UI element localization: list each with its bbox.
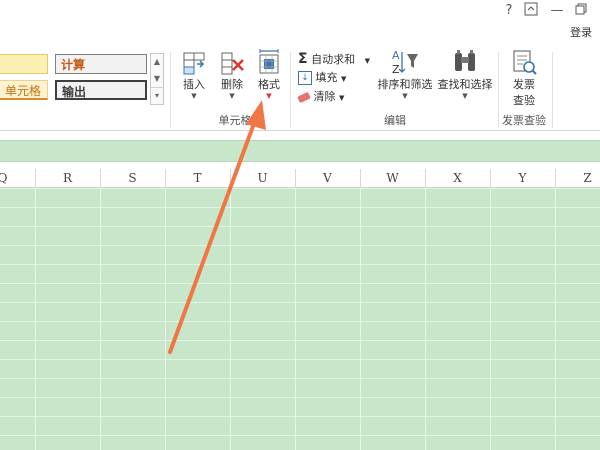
column-header-r[interactable]: R <box>35 169 101 187</box>
worksheet-grid[interactable] <box>0 188 600 450</box>
column-header-u[interactable]: U <box>230 169 296 187</box>
grid-column-line <box>425 188 426 450</box>
cell-style-output[interactable]: 输出 <box>55 80 147 100</box>
grid-column-line <box>360 188 361 450</box>
grid-column-line <box>35 188 36 450</box>
group-separator <box>290 52 291 128</box>
format-label: 格式 <box>258 78 280 91</box>
binoculars-icon <box>450 48 480 76</box>
clear-button[interactable]: 清除 ▼ <box>297 88 345 106</box>
insert-cells-icon <box>181 50 207 76</box>
scroll-up-icon[interactable]: ▲ <box>151 54 163 70</box>
invoice-check-icon <box>510 48 538 76</box>
delete-button[interactable]: 删除 ▼ <box>216 50 248 110</box>
invoice-check-label-line1: 发票 <box>513 78 535 91</box>
formula-bar-area[interactable] <box>0 140 600 162</box>
column-header-x[interactable]: X <box>425 169 491 187</box>
format-button[interactable]: 格式 ▼ <box>253 48 285 110</box>
column-header-y[interactable]: Y <box>490 169 556 187</box>
sort-filter-button[interactable]: A Z 排序和筛选 ▼ <box>376 48 434 110</box>
grid-column-line <box>295 188 296 450</box>
styles-gallery-scrollbar[interactable]: ▲ ▼ ▾ <box>150 53 164 105</box>
delete-label: 删除 <box>221 78 243 91</box>
grid-column-line <box>230 188 231 450</box>
clear-dropdown-caret: ▼ <box>339 94 345 102</box>
column-header-w[interactable]: W <box>360 169 426 187</box>
sigma-icon: Σ <box>298 51 308 67</box>
login-link[interactable]: 登录 <box>570 24 592 40</box>
ribbon: 单元格 计算 输出 ▲ ▼ ▾ 插入 ▼ 删除 ▼ 格式 ▼ 单元格 Σ 自动求… <box>0 44 600 131</box>
invoice-check-button[interactable]: 发票 查验 <box>504 48 544 110</box>
fill-dropdown-caret: ▼ <box>341 75 347 83</box>
column-header-q[interactable]: Q <box>0 169 36 187</box>
find-select-button[interactable]: 查找和选择 ▼ <box>436 48 494 110</box>
fill-button[interactable]: ↓ 填充 ▼ <box>298 69 346 87</box>
sort-filter-label: 排序和筛选 <box>377 78 433 91</box>
insert-button[interactable]: 插入 ▼ <box>178 50 210 110</box>
minimize-icon[interactable]: — <box>548 2 566 20</box>
svg-text:A: A <box>392 49 400 62</box>
cell-style-calculation[interactable]: 计算 <box>55 54 147 74</box>
cell-style-linked-cell[interactable]: 单元格 <box>0 80 48 100</box>
fill-down-icon: ↓ <box>298 71 312 85</box>
column-header-z[interactable]: Z <box>555 169 600 187</box>
insert-label: 插入 <box>183 78 205 91</box>
sort-filter-icon: A Z <box>390 48 420 76</box>
cells-group-label: 单元格 <box>218 114 252 127</box>
cell-style-swatch[interactable] <box>0 54 48 74</box>
restore-icon[interactable] <box>572 2 590 20</box>
format-dropdown-caret: ▼ <box>266 92 272 100</box>
title-bar: ? — <box>0 0 600 22</box>
grid-column-line <box>490 188 491 450</box>
delete-dropdown-caret: ▼ <box>229 92 235 100</box>
sort-filter-dropdown-caret: ▼ <box>402 92 408 100</box>
help-icon[interactable]: ? <box>500 2 518 20</box>
eraser-icon <box>297 91 311 103</box>
grid-column-line <box>555 188 556 450</box>
grid-column-line <box>165 188 166 450</box>
column-header-row: QRSTUVWXYZ <box>0 169 600 188</box>
delete-cells-icon <box>219 50 245 76</box>
insert-dropdown-caret: ▼ <box>191 92 197 100</box>
clear-label: 清除 <box>313 90 336 103</box>
autosum-label: 自动求和 <box>311 53 356 66</box>
invoice-group-label: 发票查验 <box>502 114 546 127</box>
fill-label: 填充 <box>315 71 338 84</box>
ribbon-display-options-icon[interactable] <box>522 2 540 20</box>
invoice-check-label-line2: 查验 <box>513 94 535 107</box>
find-select-label: 查找和选择 <box>437 78 493 91</box>
group-separator <box>170 52 171 128</box>
autosum-button[interactable]: Σ 自动求和 ▼ <box>298 50 370 68</box>
column-header-t[interactable]: T <box>165 169 231 187</box>
grid-column-line <box>100 188 101 450</box>
format-cells-icon <box>255 48 283 76</box>
column-header-v[interactable]: V <box>295 169 361 187</box>
scroll-down-icon[interactable]: ▼ <box>151 71 163 87</box>
find-select-dropdown-caret: ▼ <box>462 92 468 100</box>
autosum-dropdown-caret: ▼ <box>364 57 370 65</box>
gallery-more-icon[interactable]: ▾ <box>151 87 163 104</box>
column-header-s[interactable]: S <box>100 169 166 187</box>
editing-group-label: 编辑 <box>384 114 406 127</box>
group-separator <box>552 52 553 128</box>
